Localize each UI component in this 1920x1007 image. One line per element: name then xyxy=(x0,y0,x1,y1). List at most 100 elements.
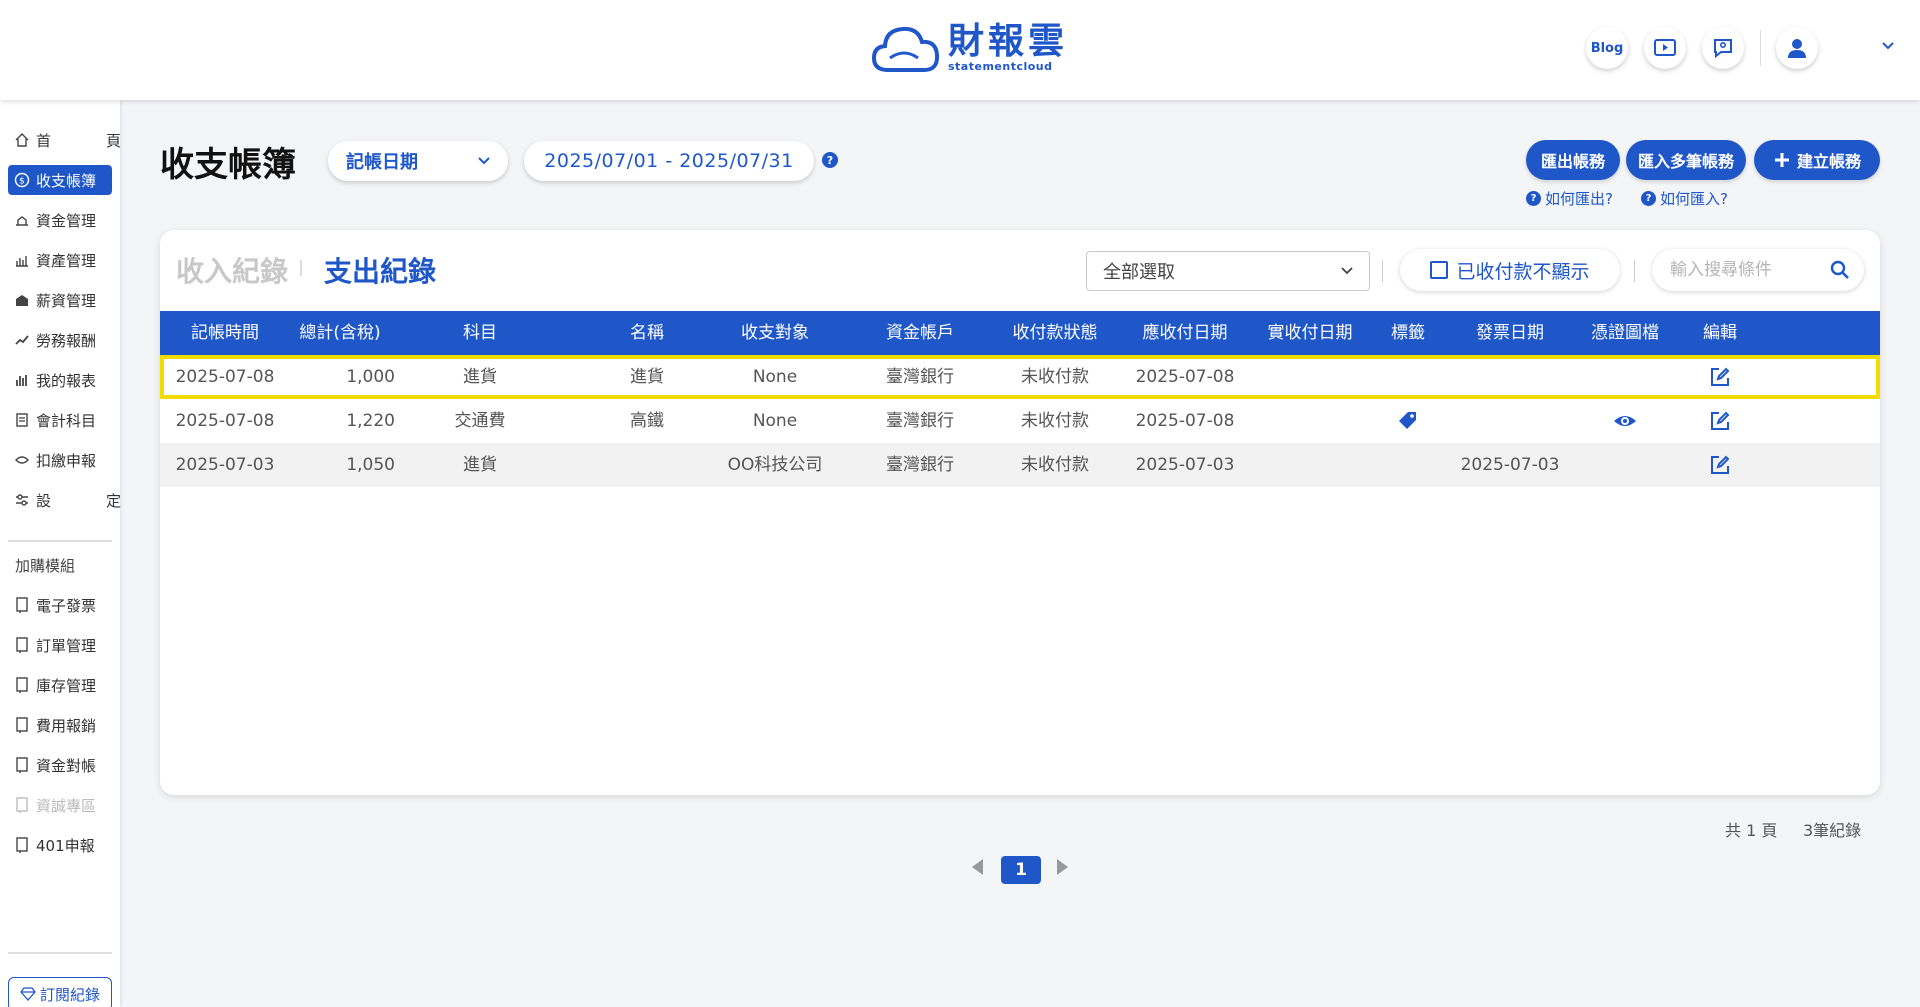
import-button[interactable]: 匯入多筆帳務 xyxy=(1626,140,1746,180)
sidebar-item-salary[interactable]: 薪資管理 xyxy=(8,285,112,315)
sidebar-item-labor[interactable]: 勞務報酬 xyxy=(8,325,112,355)
module-book-icon xyxy=(14,757,30,773)
tag-icon[interactable] xyxy=(1396,409,1420,433)
cell-due-date: 2025-07-08 xyxy=(1135,411,1235,431)
export-label: 匯出帳務 xyxy=(1540,152,1605,171)
col-total[interactable]: 總計(含稅) xyxy=(285,311,395,355)
date-field-select[interactable]: 記帳日期 xyxy=(328,141,508,181)
date-range-picker[interactable]: 2025/07/01 - 2025/07/31 xyxy=(524,141,814,181)
edit-icon[interactable] xyxy=(1708,365,1732,389)
eye-icon[interactable] xyxy=(1613,409,1637,433)
sidebar-item-label: 收支帳簿 xyxy=(36,171,97,190)
sidebar-item-funds[interactable]: 資金管理 xyxy=(8,205,112,235)
logo[interactable]: 財報雲 statementcloud xyxy=(870,22,1068,74)
logo-text: 財報雲 statementcloud xyxy=(948,23,1068,73)
sidebar-item-assets[interactable]: 資產管理 xyxy=(8,245,112,275)
category-filter-select[interactable]: 全部選取 xyxy=(1086,251,1370,291)
search-icon[interactable] xyxy=(1830,260,1850,280)
col-account[interactable]: 資金帳戶 xyxy=(865,311,975,355)
search-input[interactable] xyxy=(1670,260,1820,280)
fund-icon xyxy=(14,212,30,228)
col-voucher[interactable]: 憑證圖檔 xyxy=(1575,311,1675,355)
next-page-icon[interactable] xyxy=(1054,856,1072,882)
cell-total: 1,000 xyxy=(346,367,395,387)
user-avatar-button[interactable] xyxy=(1776,27,1818,69)
create-entry-button[interactable]: 建立帳務 xyxy=(1754,140,1880,180)
cell-entry-time: 2025-07-03 xyxy=(175,455,275,475)
table-row[interactable]: 2025-07-08 1,000 進貨 進貨 None 臺灣銀行 未收付款 20… xyxy=(160,355,1880,399)
cell-due-date: 2025-07-08 xyxy=(1135,367,1235,387)
support-chat-button[interactable] xyxy=(1702,27,1744,69)
sidebar-item-withholding[interactable]: 扣繳申報 xyxy=(8,445,112,475)
blog-button[interactable]: Blog xyxy=(1586,27,1628,69)
hide-paid-toggle[interactable]: 已收付款不顯示 xyxy=(1400,249,1620,291)
user-menu-chevron-icon[interactable] xyxy=(1880,38,1896,58)
module-book-icon xyxy=(14,797,30,813)
sidebar-item-inventory[interactable]: 庫存管理 xyxy=(8,670,112,700)
sidebar-item-pwc: 資誠專區 xyxy=(8,790,112,820)
edit-icon[interactable] xyxy=(1708,409,1732,433)
sidebar-item-ledger[interactable]: $ 收支帳簿 xyxy=(8,165,112,195)
col-entry-time[interactable]: 記帳時間 xyxy=(170,311,280,355)
cell-name: 高鐵 xyxy=(630,411,664,431)
cell-subject: 交通費 xyxy=(454,411,506,431)
salary-icon xyxy=(14,292,30,308)
date-help-icon[interactable]: ? xyxy=(822,152,838,168)
col-invoice-date[interactable]: 發票日期 xyxy=(1450,311,1570,355)
sidebar-item-label: 我的報表 xyxy=(36,371,97,390)
chevron-down-icon xyxy=(1341,267,1353,275)
sidebar-item-reconcile[interactable]: 資金對帳 xyxy=(8,750,112,780)
video-book-icon xyxy=(1654,39,1676,56)
cell-name xyxy=(592,443,702,487)
toolbar-divider xyxy=(1634,260,1635,282)
sidebar-item-reports[interactable]: 我的報表 xyxy=(8,365,112,395)
sidebar-item-401[interactable]: 401申報 xyxy=(8,830,112,860)
cell-party: None xyxy=(752,411,798,431)
home-icon xyxy=(14,132,30,148)
diamond-icon xyxy=(20,987,36,1001)
module-book-icon xyxy=(14,677,30,693)
sidebar-item-settings[interactable]: 設 定 xyxy=(8,485,121,515)
tutorial-video-button[interactable] xyxy=(1644,27,1686,69)
col-edit[interactable]: 編輯 xyxy=(1680,311,1760,355)
col-due-date[interactable]: 應收付日期 xyxy=(1125,311,1245,355)
table-row[interactable]: 2025-07-03 1,050 進貨 OO科技公司 臺灣銀行 未收付款 202… xyxy=(160,443,1880,487)
table-row[interactable]: 2025-07-08 1,220 交通費 高鐵 None 臺灣銀行 未收付款 2… xyxy=(160,399,1880,443)
col-status[interactable]: 收付款狀態 xyxy=(995,311,1115,355)
cell-paid-date xyxy=(1250,443,1370,487)
chevron-down-icon xyxy=(478,157,490,165)
sidebar: 首 頁 $ 收支帳簿 資金管理 資產管理 薪資管理 勞務報酬 我的報表 會計科目… xyxy=(0,100,121,1007)
sidebar-item-einvoice[interactable]: 電子發票 xyxy=(8,590,112,620)
settings-icon xyxy=(14,492,30,508)
svg-text:$: $ xyxy=(19,177,25,187)
cell-due-date: 2025-07-03 xyxy=(1135,455,1235,475)
cell-subject: 進貨 xyxy=(463,367,497,387)
sidebar-divider xyxy=(8,540,112,542)
sidebar-item-expenses[interactable]: 費用報銷 xyxy=(8,710,112,740)
how-export-link[interactable]: ? 如何匯出? xyxy=(1526,188,1613,209)
how-import-link[interactable]: ? 如何匯入? xyxy=(1641,188,1728,209)
col-paid-date[interactable]: 實收付日期 xyxy=(1250,311,1370,355)
sidebar-item-orders[interactable]: 訂單管理 xyxy=(8,630,112,660)
tab-expense[interactable]: 支出紀錄 xyxy=(324,250,436,290)
subscription-button[interactable]: 訂閱紀錄 xyxy=(8,977,112,1007)
col-party[interactable]: 收支對象 xyxy=(720,311,830,355)
module-book-icon xyxy=(14,837,30,853)
top-header: 財報雲 statementcloud Blog xyxy=(0,0,1920,100)
module-book-icon xyxy=(14,597,30,613)
hide-paid-checkbox[interactable] xyxy=(1430,261,1449,279)
edit-icon[interactable] xyxy=(1708,453,1732,477)
sidebar-item-accounts[interactable]: 會計科目 xyxy=(8,405,112,435)
col-subject[interactable]: 科目 xyxy=(440,311,520,355)
sidebar-item-home[interactable]: 首 頁 xyxy=(8,125,121,155)
col-name[interactable]: 名稱 xyxy=(592,311,702,355)
col-tag[interactable]: 標籤 xyxy=(1378,311,1438,355)
prev-page-icon[interactable] xyxy=(968,856,986,882)
sidebar-item-label: 會計科目 xyxy=(36,411,97,430)
export-button[interactable]: 匯出帳務 xyxy=(1526,140,1620,180)
tax-icon xyxy=(14,452,30,468)
current-page-button[interactable]: 1 xyxy=(1001,856,1041,884)
tab-income[interactable]: 收入紀錄 xyxy=(176,250,288,290)
page-title: 收支帳簿 xyxy=(160,145,296,185)
record-count: 3筆紀錄 xyxy=(1803,821,1862,840)
